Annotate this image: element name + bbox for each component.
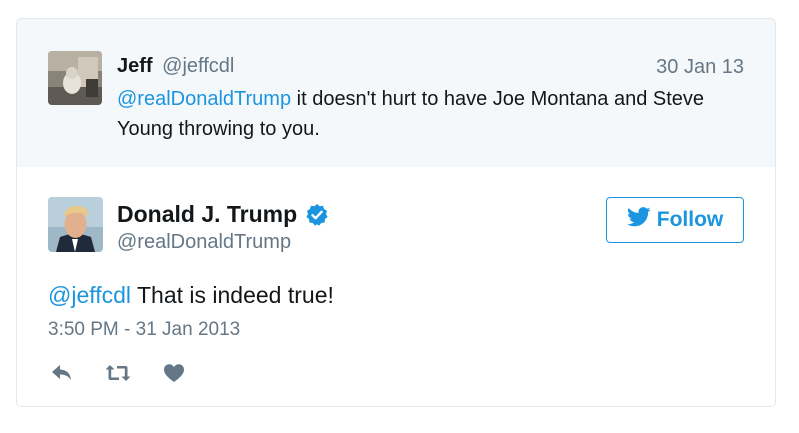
main-author-name-line: Donald J. Trump — [117, 201, 329, 228]
tweet-actions — [48, 359, 216, 387]
main-author-name[interactable]: Donald J. Trump — [117, 201, 297, 228]
parent-tweet[interactable]: Jeff @jeffcdl 30 Jan 13 @realDonaldTrump… — [17, 19, 775, 167]
heart-icon[interactable] — [160, 359, 188, 387]
parent-author-line: Jeff @jeffcdl — [117, 54, 234, 78]
tweet-timestamp[interactable]: 3:50 PM - 31 Jan 2013 — [48, 319, 240, 341]
follow-button-label: Follow — [656, 208, 724, 231]
main-author-handle[interactable]: @realDonaldTrump — [117, 231, 291, 254]
parent-mention-link[interactable]: @realDonaldTrump — [117, 88, 291, 110]
reply-icon[interactable] — [48, 359, 76, 387]
main-tweet-text: @jeffcdl That is indeed true! — [48, 282, 334, 309]
parent-tweet-date[interactable]: 30 Jan 13 — [656, 56, 744, 79]
follow-button[interactable]: Follow — [606, 197, 744, 243]
main-mention-link[interactable]: @jeffcdl — [48, 282, 131, 308]
verified-badge-icon — [305, 203, 329, 227]
main-tweet-body: That is indeed true! — [131, 282, 334, 308]
parent-tweet-text: @realDonaldTrump it doesn't hurt to have… — [117, 84, 753, 144]
parent-author-name[interactable]: Jeff — [117, 55, 153, 77]
main-author-avatar[interactable] — [48, 197, 103, 252]
parent-author-handle[interactable]: @jeffcdl — [162, 55, 234, 77]
retweet-icon[interactable] — [104, 359, 132, 387]
twitter-bird-icon — [626, 207, 657, 233]
parent-author-avatar[interactable] — [48, 51, 102, 105]
embedded-tweet-card: Jeff @jeffcdl 30 Jan 13 @realDonaldTrump… — [16, 18, 776, 407]
